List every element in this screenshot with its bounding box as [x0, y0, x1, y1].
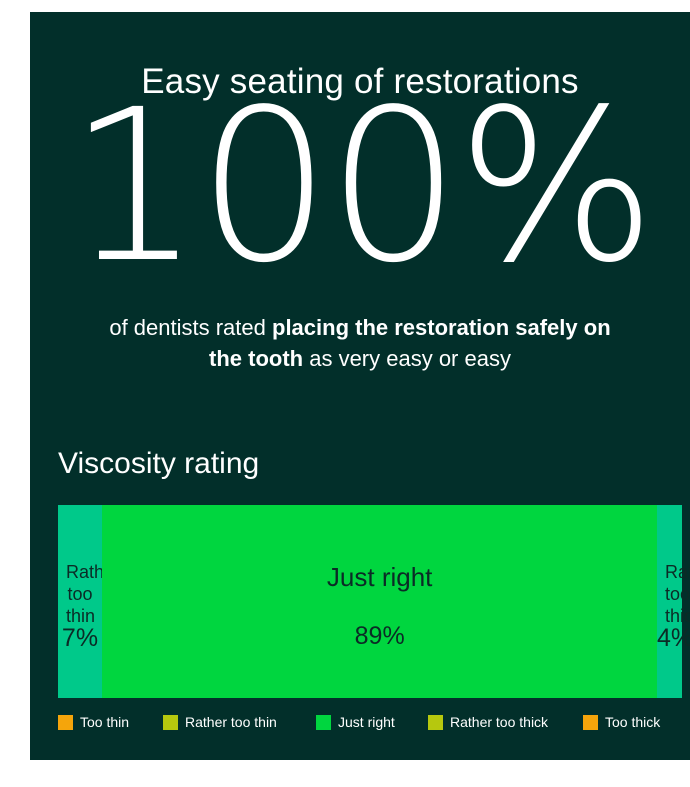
legend-label: Rather too thin — [185, 714, 277, 730]
infographic-panel: Easy seating of restorations 100% of den… — [30, 12, 690, 760]
legend-label: Rather too thick — [450, 714, 549, 730]
caption-part1: of dentists rated — [109, 315, 272, 340]
bar-segment: Just right 89% — [101, 505, 658, 698]
segment-label: Just right — [326, 562, 433, 592]
segment-value: 7% — [61, 624, 99, 652]
legend: Too thin Rather too thin Just right Rather … — [58, 714, 688, 736]
caption: of dentists rated placing the restoratio… — [90, 312, 630, 374]
bar-segment: Rather too thin 7% — [58, 505, 121, 698]
segment-value: 89% — [354, 622, 405, 650]
legend-item: Too thin — [58, 714, 129, 730]
legend-label: Too thick — [605, 714, 661, 730]
legend-item: Rather too thin — [163, 714, 277, 730]
big-stat: 100% — [67, 64, 656, 309]
caption-part2: as very easy or easy — [303, 346, 511, 371]
segment-label: Rather too thick — [665, 562, 690, 626]
legend-swatch — [316, 714, 331, 730]
legend-swatch — [428, 714, 443, 730]
legend-label: Just right — [338, 714, 395, 730]
segment-value: 4% — [657, 624, 690, 652]
legend-item: Just right — [316, 714, 395, 730]
segment-label: Rather too thin — [66, 562, 121, 626]
legend-swatch — [583, 714, 598, 730]
legend-item: Rather too thick — [428, 714, 548, 730]
legend-swatch — [58, 714, 73, 730]
legend-label: Too thin — [80, 714, 130, 730]
bar-segment: Rather too thick4% — [657, 505, 690, 698]
stacked-bar: Rather too thin7% Just right 89% Rather too… — [58, 505, 690, 698]
chart-title: Viscosity rating — [58, 447, 260, 480]
legend-item: Too thick — [583, 714, 660, 730]
legend-swatch — [163, 714, 178, 730]
